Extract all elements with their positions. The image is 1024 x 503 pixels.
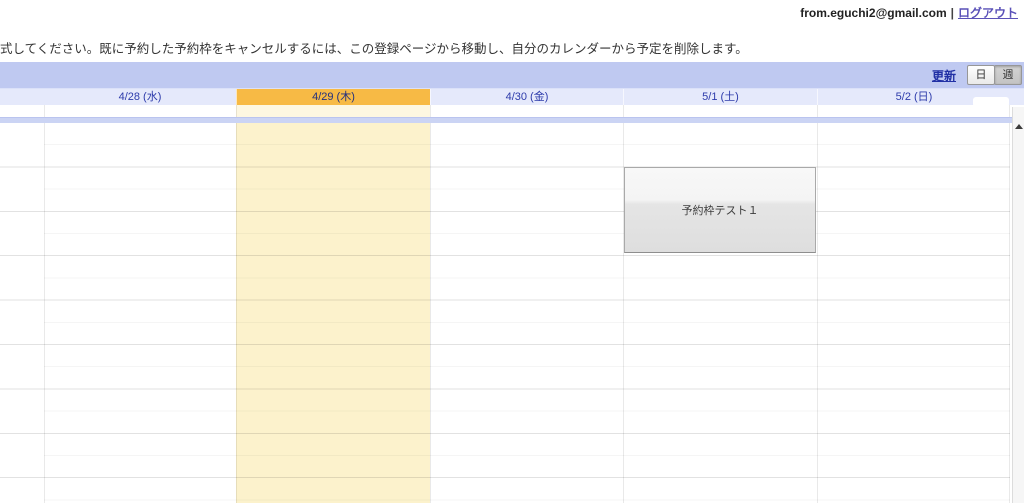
week-view-button[interactable]: 週 <box>994 65 1022 85</box>
calendar-grid[interactable]: 予約枠テスト１ <box>0 105 1012 503</box>
vertical-scrollbar[interactable] <box>1012 107 1024 503</box>
day-header-0428: 4/28 (水) <box>44 89 236 105</box>
account-email: from.eguchi2@gmail.com <box>800 6 946 20</box>
logout-link[interactable]: ログアウト <box>958 6 1018 20</box>
hour-gridlines <box>0 123 1010 503</box>
account-bar: from.eguchi2@gmail.com | ログアウト <box>800 4 1018 21</box>
column-divider-2 <box>430 105 431 503</box>
day-header-0430: 4/30 (金) <box>430 89 623 105</box>
day-header-0429: 4/29 (木) <box>236 89 430 105</box>
account-separator: | <box>951 6 954 20</box>
highlighted-column-allday <box>236 105 430 117</box>
day-view-button[interactable]: 日 <box>967 65 995 85</box>
column-divider-4 <box>817 105 818 503</box>
day-header-0501: 5/1 (土) <box>623 89 817 105</box>
scroll-up-icon <box>1015 124 1023 129</box>
appointment-slot-event[interactable]: 予約枠テスト１ <box>624 167 816 253</box>
column-divider-gutter <box>44 105 45 503</box>
header-corner-box <box>973 97 1009 107</box>
column-divider-3 <box>623 105 624 503</box>
allday-band <box>0 117 1012 123</box>
scroll-up-button[interactable] <box>1013 119 1024 133</box>
column-divider-1 <box>236 105 237 503</box>
event-title: 予約枠テスト１ <box>682 202 759 218</box>
column-divider-right <box>1009 105 1010 503</box>
refresh-link[interactable]: 更新 <box>932 67 956 84</box>
instruction-text: 式してください。既に予約した予約枠をキャンセルするには、この登録ページから移動し… <box>0 38 1004 57</box>
toolbar: 更新 日 週 <box>0 62 1024 89</box>
view-toggle-group: 日 週 <box>967 65 1022 85</box>
day-header-row: 4/28 (水) 4/29 (木) 4/30 (金) 5/1 (土) 5/2 (… <box>0 89 1024 105</box>
